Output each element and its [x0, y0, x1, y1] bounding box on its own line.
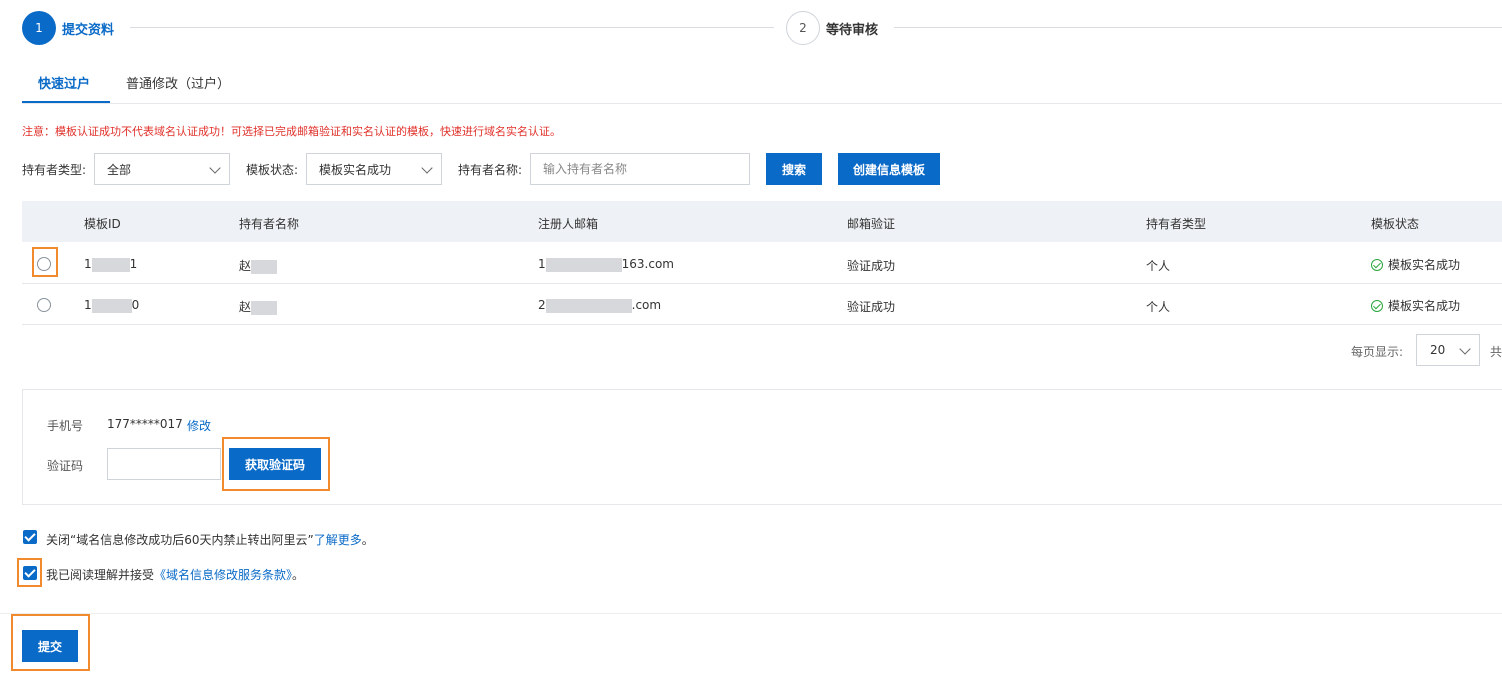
holder-type-select[interactable]: 全部 — [94, 153, 230, 185]
step-trailing-line — [894, 27, 1502, 28]
total-label: 共 — [1490, 345, 1502, 359]
step-2-number: 2 — [799, 21, 807, 35]
column-header-template-id: 模板ID — [84, 217, 121, 231]
holder-type-value: 全部 — [107, 162, 132, 177]
tabs-divider — [22, 103, 1502, 104]
template-status-select[interactable]: 模板实名成功 — [306, 153, 442, 185]
terms-link[interactable]: 《域名信息修改服务条款》 — [154, 568, 292, 582]
holder-name: 赵 — [239, 257, 278, 274]
template-status-label: 模板状态: — [246, 163, 299, 177]
registrant-email: 1 163.com — [538, 257, 674, 272]
template-status: 模板实名成功 — [1371, 297, 1460, 314]
highlight-box — [222, 437, 330, 491]
tab-quick-transfer[interactable]: 快速过户 — [38, 73, 90, 92]
template-id: 11 — [84, 257, 138, 272]
template-id: 10 — [84, 298, 140, 313]
row-select-radio[interactable] — [37, 298, 51, 312]
registrant-email: 2 .com — [538, 298, 662, 313]
highlight-box — [11, 614, 90, 671]
check-circle-icon — [1371, 299, 1383, 312]
close-restriction-checkbox[interactable] — [23, 530, 37, 544]
column-header-template-status: 模板状态 — [1371, 217, 1420, 231]
step-1-indicator: 1 — [22, 11, 56, 45]
email-verify-status: 验证成功 — [847, 300, 896, 314]
learn-more-link[interactable]: 了解更多 — [314, 533, 362, 547]
footer-divider — [0, 613, 1502, 614]
holder-type: 个人 — [1146, 259, 1171, 273]
step-connector — [130, 27, 774, 28]
step-2-indicator: 2 — [786, 11, 820, 45]
chevron-down-icon — [421, 162, 433, 174]
per-page-value: 20 — [1430, 343, 1446, 357]
search-button[interactable]: 搜索 — [766, 153, 822, 185]
accept-terms-text: 我已阅读理解并接受《域名信息修改服务条款》。 — [46, 568, 305, 582]
template-status: 模板实名成功 — [1371, 256, 1460, 273]
column-header-holder-name: 持有者名称 — [239, 217, 300, 231]
holder-name: 赵 — [239, 298, 278, 315]
close-restriction-text: 关闭“域名信息修改成功后60天内禁止转出阿里云”了解更多。 — [46, 533, 374, 547]
phone-label: 手机号 — [47, 419, 84, 433]
holder-type-label: 持有者类型: — [22, 163, 87, 177]
row-divider — [22, 283, 1502, 284]
per-page-select[interactable]: 20 — [1416, 334, 1480, 366]
check-circle-icon — [1371, 258, 1383, 271]
notice-text: 注意：模板认证成功不代表域名认证成功！可选择已完成邮箱验证和实名认证的模板，快速… — [22, 125, 561, 138]
chevron-down-icon — [209, 162, 221, 174]
create-template-button[interactable]: 创建信息模板 — [838, 153, 940, 185]
per-page-label: 每页显示: — [1351, 345, 1404, 359]
row-divider — [22, 324, 1502, 325]
email-verify-status: 验证成功 — [847, 259, 896, 273]
chevron-down-icon — [1459, 343, 1471, 355]
template-status-value: 模板实名成功 — [319, 162, 392, 177]
holder-type: 个人 — [1146, 300, 1171, 314]
step-1-number: 1 — [35, 21, 43, 35]
step-1-label: 提交资料 — [62, 23, 115, 38]
step-2-label: 等待审核 — [826, 23, 879, 38]
column-header-email-verify: 邮箱验证 — [847, 217, 896, 231]
holder-name-input[interactable] — [530, 153, 750, 185]
code-label: 验证码 — [47, 459, 84, 473]
verification-code-input[interactable] — [107, 448, 221, 480]
modify-phone-link[interactable]: 修改 — [187, 417, 211, 434]
phone-value: 177*****017 — [107, 417, 183, 431]
tab-normal-modify[interactable]: 普通修改（过户） — [126, 73, 230, 92]
holder-name-label: 持有者名称: — [458, 163, 523, 177]
highlight-box — [32, 247, 58, 277]
column-header-email: 注册人邮箱 — [538, 217, 599, 231]
highlight-box — [17, 558, 42, 587]
column-header-holder-type: 持有者类型 — [1146, 217, 1207, 231]
